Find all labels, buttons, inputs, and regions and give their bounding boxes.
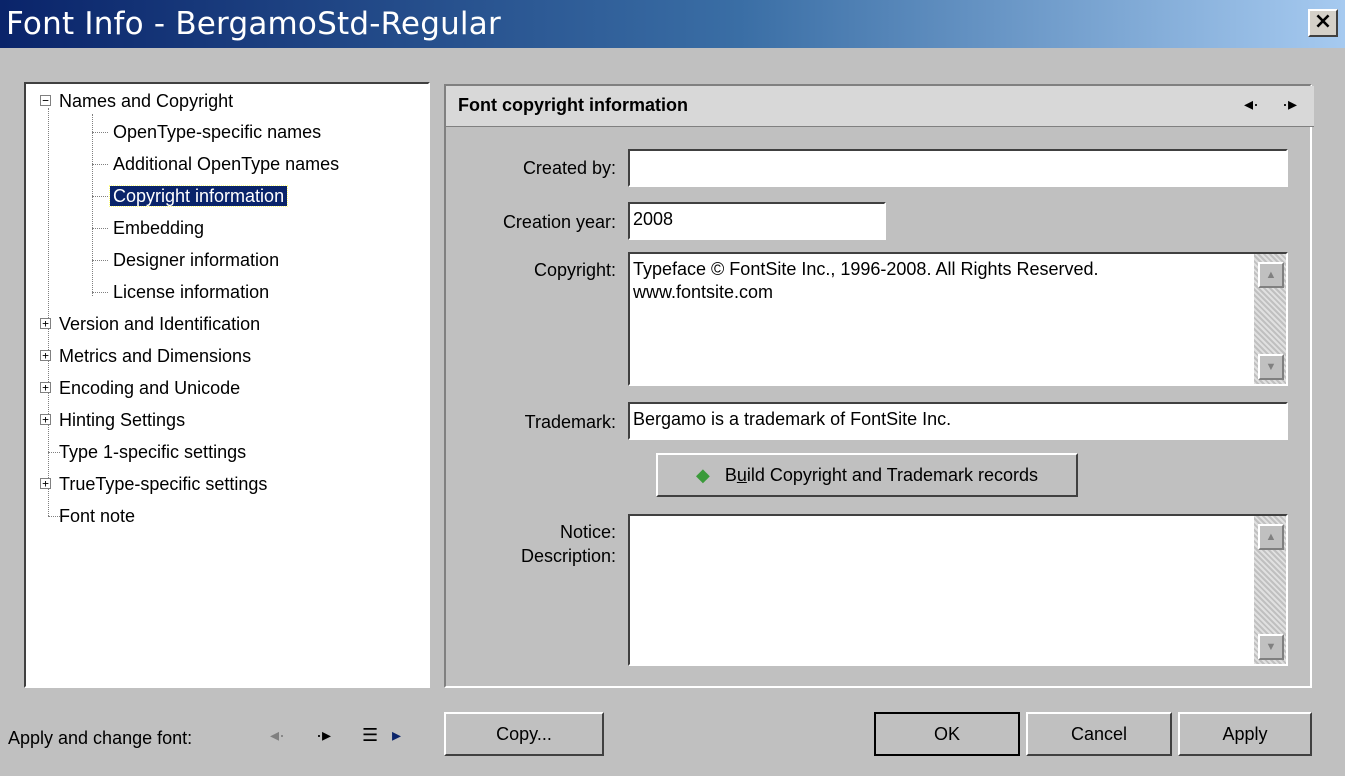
next-page-icon[interactable]: ·▸ (1282, 94, 1297, 115)
build-button-label: B (724, 465, 737, 485)
tree-connector (92, 114, 93, 296)
close-icon: × (1313, 9, 1333, 34)
tree-item-label: Hinting Settings (59, 410, 186, 430)
copyright-line: Typeface © FontSite Inc., 1996-2008. All… (633, 259, 1099, 279)
copyright-panel: Font copyright information ◂· ·▸ Created… (444, 84, 1314, 688)
cancel-button[interactable]: Cancel (1026, 712, 1172, 756)
expand-icon[interactable]: + (40, 318, 51, 329)
apply-change-font-label: Apply and change font: (8, 728, 193, 748)
trademark-field[interactable]: Bergamo is a trademark of FontSite Inc. (628, 402, 1288, 440)
expand-icon[interactable]: + (40, 382, 51, 393)
tree-item-truetype-settings[interactable]: + TrueType-specific settings (40, 470, 270, 498)
tree-item-version-and-identification[interactable]: + Version and Identification (40, 310, 263, 338)
scroll-down-icon[interactable]: ▼ (1258, 354, 1284, 380)
creation-year-field[interactable]: 2008 (628, 202, 886, 240)
tree-connector (92, 228, 108, 229)
tree-item-label: Version and Identification (59, 314, 261, 334)
tree-item-label: Metrics and Dimensions (59, 346, 252, 366)
tree-item-label: License information (113, 282, 270, 302)
tree-connector (92, 132, 108, 133)
tree-item-font-note[interactable]: Font note (56, 502, 138, 530)
font-menu-arrow-icon[interactable]: ▸ (392, 725, 401, 746)
category-tree[interactable]: − Names and Copyright OpenType-specific … (24, 82, 430, 688)
copyright-field[interactable]: Typeface © FontSite Inc., 1996-2008. All… (628, 252, 1288, 386)
tree-item-label: Type 1-specific settings (59, 442, 247, 462)
previous-font-icon[interactable]: ◂· (270, 725, 285, 746)
tree-item-hinting-settings[interactable]: + Hinting Settings (40, 406, 188, 434)
tree-item-label: TrueType-specific settings (59, 474, 268, 494)
copyright-label: Copyright: (533, 260, 616, 280)
notice-label: Notice: (559, 522, 616, 542)
tree-connector (92, 292, 108, 293)
apply-button[interactable]: Apply (1178, 712, 1312, 756)
tree-item-label: Copyright information (108, 185, 289, 207)
tree-item-label: Names and Copyright (59, 91, 234, 111)
tree-item-encoding-and-unicode[interactable]: + Encoding and Unicode (40, 374, 243, 402)
copy-button[interactable]: Copy... (444, 712, 604, 756)
scroll-down-icon[interactable]: ▼ (1258, 634, 1284, 660)
build-button-label: ild Copyright and Trademark records (746, 465, 1039, 485)
copyright-scrollbar[interactable]: ▲ ▼ (1254, 254, 1286, 384)
tree-item-copyright-information[interactable]: Copyright information (108, 182, 289, 210)
expand-icon[interactable]: + (40, 478, 51, 489)
title-bar: Font Info - BergamoStd-Regular × (0, 0, 1345, 48)
notice-description-field[interactable]: ▲ ▼ (628, 514, 1288, 666)
tree-item-label: Embedding (113, 218, 205, 238)
collapse-icon[interactable]: − (40, 95, 51, 106)
copyright-line: www.fontsite.com (633, 282, 774, 302)
tree-item-additional-opentype-names[interactable]: Additional OpenType names (110, 150, 342, 178)
created-by-label: Created by: (522, 158, 616, 178)
expand-icon[interactable]: + (40, 350, 51, 361)
description-label: Description: (520, 546, 616, 566)
ok-button[interactable]: OK (874, 712, 1020, 756)
tree-connector (92, 196, 108, 197)
tree-item-label: Additional OpenType names (113, 154, 340, 174)
scroll-up-icon[interactable]: ▲ (1258, 524, 1284, 550)
tree-item-names-and-copyright[interactable]: − Names and Copyright (40, 87, 236, 115)
tree-item-label: OpenType-specific names (113, 122, 322, 142)
notice-scrollbar[interactable]: ▲ ▼ (1254, 516, 1286, 664)
tree-connector (92, 260, 108, 261)
tree-item-label: Designer information (113, 250, 280, 270)
tree-connector (92, 164, 108, 165)
scroll-up-icon[interactable]: ▲ (1258, 262, 1284, 288)
tree-item-metrics-and-dimensions[interactable]: + Metrics and Dimensions (40, 342, 254, 370)
tree-item-license-information[interactable]: License information (110, 278, 272, 306)
build-copyright-button[interactable]: ◆ Build Copyright and Trademark records (656, 453, 1078, 497)
creation-year-label: Creation year: (502, 212, 616, 232)
previous-page-icon[interactable]: ◂· (1244, 94, 1259, 115)
window-title: Font Info - BergamoStd-Regular (6, 6, 501, 42)
tree-item-embedding[interactable]: Embedding (110, 214, 207, 242)
tree-item-designer-information[interactable]: Designer information (110, 246, 282, 274)
tree-item-label: Font note (59, 506, 136, 526)
next-font-icon[interactable]: ·▸ (316, 725, 331, 746)
gem-icon: ◆ (695, 465, 710, 485)
build-button-accelerator: u (736, 465, 747, 485)
tree-item-opentype-names[interactable]: OpenType-specific names (110, 118, 324, 146)
expand-icon[interactable]: + (40, 414, 51, 425)
close-button[interactable]: × (1308, 9, 1338, 37)
tree-item-label: Encoding and Unicode (59, 378, 241, 398)
font-list-icon[interactable]: ☰ (362, 725, 378, 746)
tree-item-type1-settings[interactable]: Type 1-specific settings (56, 438, 249, 466)
trademark-label: Trademark: (524, 412, 616, 432)
panel-title: Font copyright information (458, 95, 688, 115)
panel-header: Font copyright information ◂· ·▸ (446, 86, 1314, 127)
created-by-field[interactable] (628, 149, 1288, 187)
